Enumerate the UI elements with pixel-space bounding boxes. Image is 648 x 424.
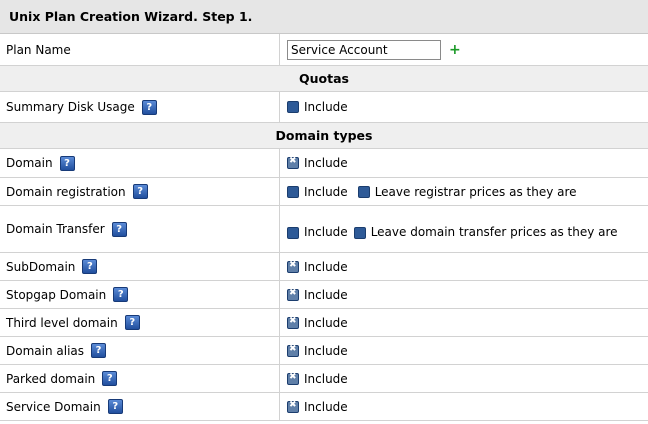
include-checkbox[interactable]: [287, 260, 299, 273]
wizard-title: Unix Plan Creation Wizard. Step 1.: [0, 0, 648, 34]
include-checkbox[interactable]: [287, 185, 299, 198]
include-label: Include: [304, 100, 348, 114]
plan-name-label: Plan Name: [0, 34, 280, 65]
help-icon[interactable]: ?: [132, 184, 148, 199]
leave-registrar-prices-label: Leave registrar prices as they are: [374, 184, 577, 199]
include-label: Include: [304, 156, 348, 170]
domain-type-row: SubDomain ? Include: [0, 253, 648, 281]
plan-name-row: Plan Name +: [0, 34, 648, 66]
help-icon[interactable]: ?: [59, 155, 75, 171]
help-icon[interactable]: ?: [141, 99, 157, 115]
domain-type-label: SubDomain: [6, 259, 76, 274]
domain-type-row: Domain Transfer ? Include Leave domain t…: [0, 206, 648, 253]
include-checkbox[interactable]: [287, 101, 299, 113]
domain-type-label: Domain Transfer: [6, 222, 105, 236]
domain-type-label: Third level domain: [6, 315, 118, 330]
leave-transfer-prices-label: Leave domain transfer prices as they are: [370, 225, 618, 239]
domain-types-section-header: Domain types: [0, 123, 648, 149]
include-checkbox[interactable]: [287, 226, 299, 239]
include-label: Include: [304, 371, 348, 386]
domain-type-row: Parked domain ? Include: [0, 365, 648, 393]
include-label: Include: [304, 399, 348, 414]
include-label: Include: [304, 343, 348, 358]
domain-type-row: Service Domain ? Include: [0, 393, 648, 421]
domain-type-row: Stopgap Domain ? Include: [0, 281, 648, 309]
include-checkbox[interactable]: [287, 344, 299, 357]
include-checkbox[interactable]: [287, 400, 299, 413]
plan-name-input[interactable]: [287, 39, 441, 60]
leave-registrar-prices-checkbox[interactable]: [357, 185, 370, 198]
include-checkbox[interactable]: [287, 288, 299, 301]
include-label: Include: [304, 184, 348, 199]
help-icon[interactable]: ?: [82, 259, 98, 274]
domain-type-label: Service Domain: [6, 399, 101, 414]
quotas-section-header: Quotas: [0, 66, 648, 92]
domain-type-label: Domain alias: [6, 343, 85, 358]
include-checkbox[interactable]: [287, 156, 299, 169]
domain-type-label: Domain registration: [6, 184, 126, 199]
help-icon[interactable]: ?: [124, 315, 140, 330]
help-icon[interactable]: ?: [111, 221, 127, 237]
include-label: Include: [304, 287, 348, 302]
domain-type-row: Domain registration ? Include Leave regi…: [0, 178, 648, 206]
include-label: Include: [304, 259, 348, 274]
help-icon[interactable]: ?: [102, 371, 118, 386]
help-icon[interactable]: ?: [91, 343, 107, 358]
help-icon[interactable]: ?: [107, 399, 123, 414]
help-icon[interactable]: ?: [113, 287, 129, 302]
domain-type-row: Third level domain ? Include: [0, 309, 648, 337]
add-icon[interactable]: +: [449, 42, 461, 58]
include-checkbox[interactable]: [287, 316, 299, 329]
plan-wizard: Unix Plan Creation Wizard. Step 1. Plan …: [0, 0, 648, 421]
include-label: Include: [304, 315, 348, 330]
domain-type-label: Parked domain: [6, 371, 96, 386]
include-checkbox[interactable]: [287, 372, 299, 385]
domain-type-row: Domain ? Include: [0, 149, 648, 178]
leave-transfer-prices-checkbox[interactable]: [353, 226, 366, 239]
domain-type-label: Stopgap Domain: [6, 287, 107, 302]
include-label: Include: [304, 225, 348, 239]
summary-disk-usage-label: Summary Disk Usage: [6, 100, 135, 114]
domain-type-label: Domain: [6, 156, 53, 170]
summary-disk-usage-row: Summary Disk Usage ? Include: [0, 92, 648, 123]
domain-type-row: Domain alias ? Include: [0, 337, 648, 365]
